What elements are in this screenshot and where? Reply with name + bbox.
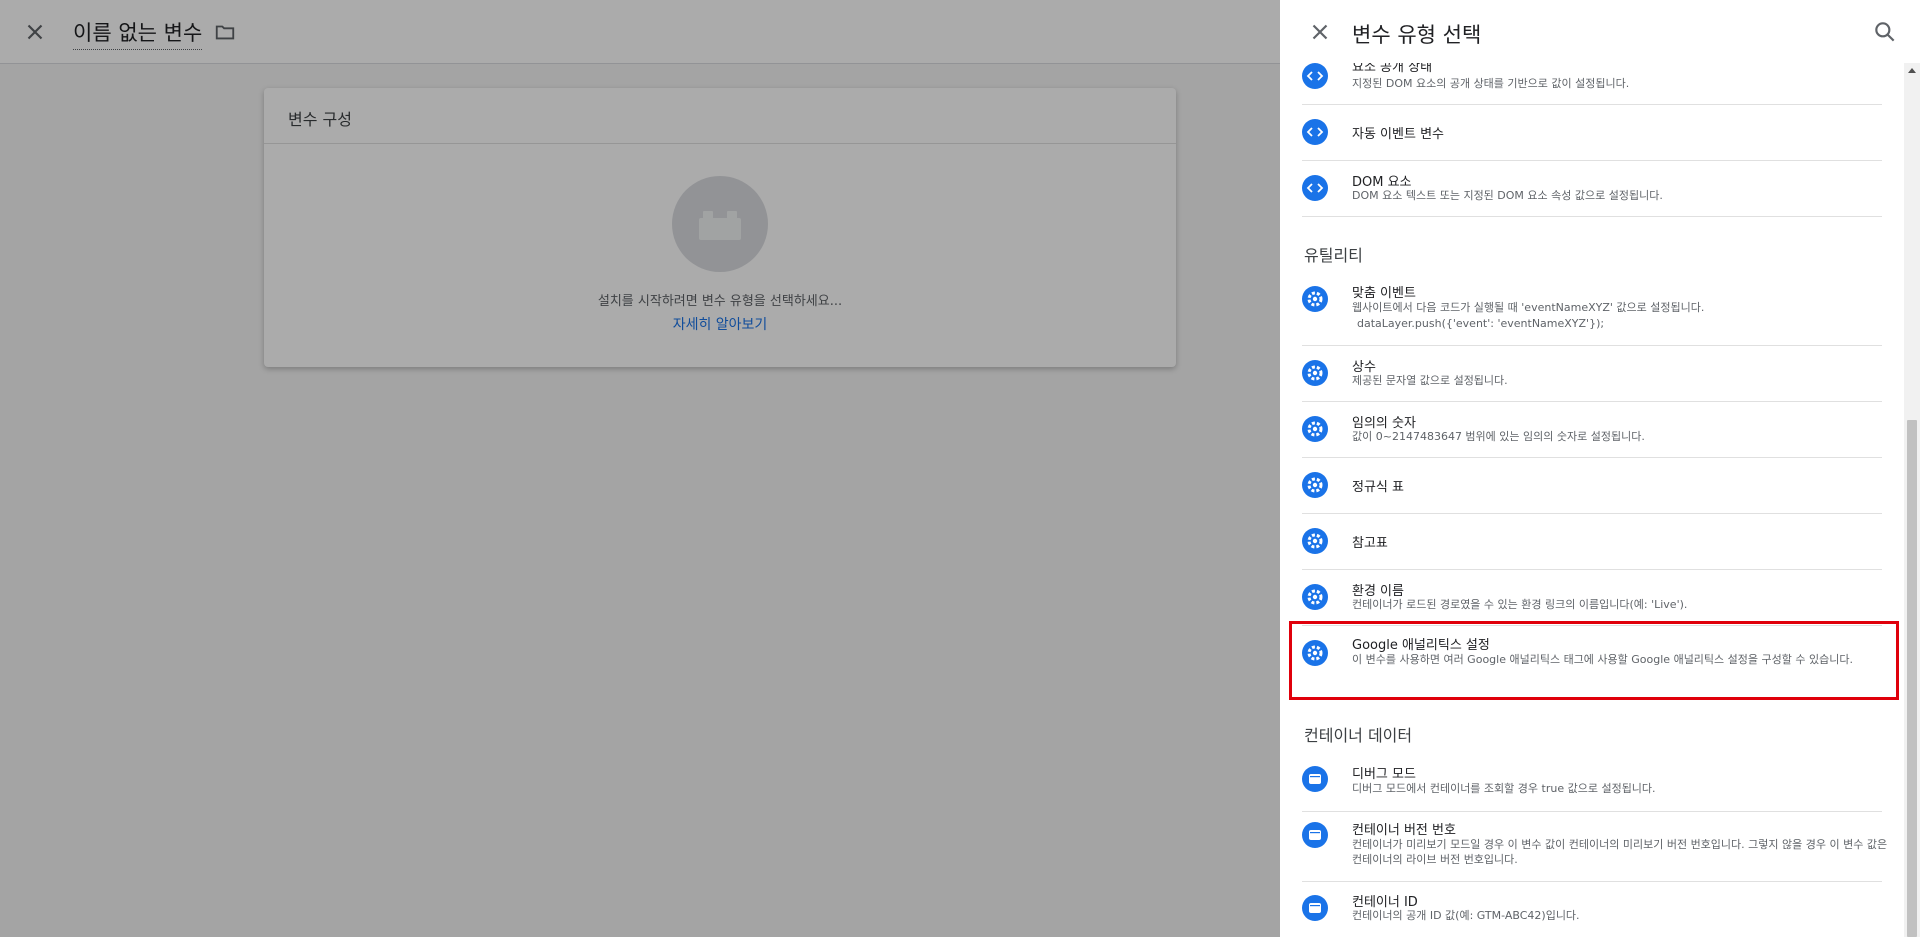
code-icon [1302, 175, 1328, 201]
search-icon[interactable] [1872, 19, 1898, 45]
scroll-up-arrow-icon[interactable] [1908, 68, 1916, 73]
list-item-random-number[interactable]: 임의의 숫자 값이 0~2147483647 범위에 있는 임의의 숫자로 설정… [1302, 401, 1882, 458]
list-item-dom-element[interactable]: DOM 요소 DOM 요소 텍스트 또는 지정된 DOM 요소 속성 값으로 설… [1302, 160, 1882, 217]
container-icon [1302, 895, 1328, 921]
item-name: 참고표 [1352, 536, 1388, 551]
item-name: 컨테이너 버전 번호 [1352, 823, 1456, 838]
selection-highlight [1289, 621, 1899, 700]
list-item-environment-name[interactable]: 환경 이름 컨테이너가 로드된 경로였을 수 있는 환경 링크의 이름입니다(예… [1302, 569, 1882, 626]
code-icon [1302, 63, 1328, 89]
list-item-auto-event-variable[interactable]: 자동 이벤트 변수 [1302, 104, 1882, 161]
section-heading-container-data: 컨테이너 데이터 [1304, 726, 1413, 745]
item-desc: DOM 요소 텍스트 또는 지정된 DOM 요소 속성 값으로 설정됩니다. [1352, 189, 1663, 202]
code-icon [1302, 119, 1328, 145]
list-item-custom-event[interactable]: 맞춤 이벤트 웹사이트에서 다음 코드가 실행될 때 'eventNameXYZ… [1302, 277, 1882, 346]
gear-icon [1302, 360, 1328, 386]
list-item-lookup-table[interactable]: 참고표 [1302, 513, 1882, 570]
item-desc: 제공된 문자열 값으로 설정됩니다. [1352, 374, 1508, 387]
item-desc: 컨테이너가 미리보기 모드일 경우 이 변수 값이 컨테이너의 미리보기 버전 … [1352, 838, 1888, 866]
container-icon [1302, 822, 1328, 848]
gear-icon [1302, 584, 1328, 610]
item-desc-code: dataLayer.push({'event': 'eventNameXYZ'}… [1357, 317, 1605, 330]
item-desc: 값이 0~2147483647 범위에 있는 임의의 숫자로 설정됩니다. [1352, 430, 1645, 443]
list-item-constant[interactable]: 상수 제공된 문자열 값으로 설정됩니다. [1302, 345, 1882, 402]
gear-icon [1302, 472, 1328, 498]
variable-type-panel: 요소 공개 상태 지정된 DOM 요소의 공개 상태를 기반으로 값이 설정됩니… [1280, 0, 1920, 937]
panel-title: 변수 유형 선택 [1352, 23, 1482, 47]
panel-header: 변수 유형 선택 [1280, 0, 1920, 63]
item-desc: 웹사이트에서 다음 코드가 실행될 때 'eventNameXYZ' 값으로 설… [1352, 301, 1705, 314]
item-name: 자동 이벤트 변수 [1352, 127, 1444, 142]
item-name: 정규식 표 [1352, 480, 1404, 495]
item-desc: 컨테이너가 로드된 경로였을 수 있는 환경 링크의 이름입니다(예: 'Liv… [1352, 598, 1688, 611]
modal-backdrop[interactable] [0, 0, 1280, 937]
gear-icon [1302, 416, 1328, 442]
item-name: 맞춤 이벤트 [1352, 286, 1416, 301]
list-item-regex-table[interactable]: 정규식 표 [1302, 457, 1882, 514]
item-desc: 디버그 모드에서 컨테이너를 조회할 경우 true 값으로 설정됩니다. [1352, 782, 1656, 795]
list-item-container-id[interactable]: 컨테이너 ID 컨테이너의 공개 ID 값(예: GTM-ABC42)입니다. [1302, 881, 1882, 937]
item-desc: 컨테이너의 공개 ID 값(예: GTM-ABC42)입니다. [1352, 909, 1580, 922]
gear-icon [1302, 528, 1328, 554]
item-name: 디버그 모드 [1352, 767, 1416, 782]
item-desc: 지정된 DOM 요소의 공개 상태를 기반으로 값이 설정됩니다. [1352, 77, 1630, 90]
list-item-container-version[interactable]: 컨테이너 버전 번호 컨테이너가 미리보기 모드일 경우 이 변수 값이 컨테이… [1302, 811, 1887, 882]
close-icon[interactable] [1307, 19, 1333, 45]
section-heading-utilities: 유틸리티 [1304, 246, 1363, 265]
list-item-debug-mode[interactable]: 디버그 모드 디버그 모드에서 컨테이너를 조회할 경우 true 값으로 설정… [1302, 755, 1882, 812]
variable-type-list: 요소 공개 상태 지정된 DOM 요소의 공개 상태를 기반으로 값이 설정됩니… [1280, 0, 1904, 937]
scrollbar-thumb[interactable] [1907, 420, 1917, 937]
container-icon [1302, 766, 1328, 792]
gear-icon [1302, 286, 1328, 312]
